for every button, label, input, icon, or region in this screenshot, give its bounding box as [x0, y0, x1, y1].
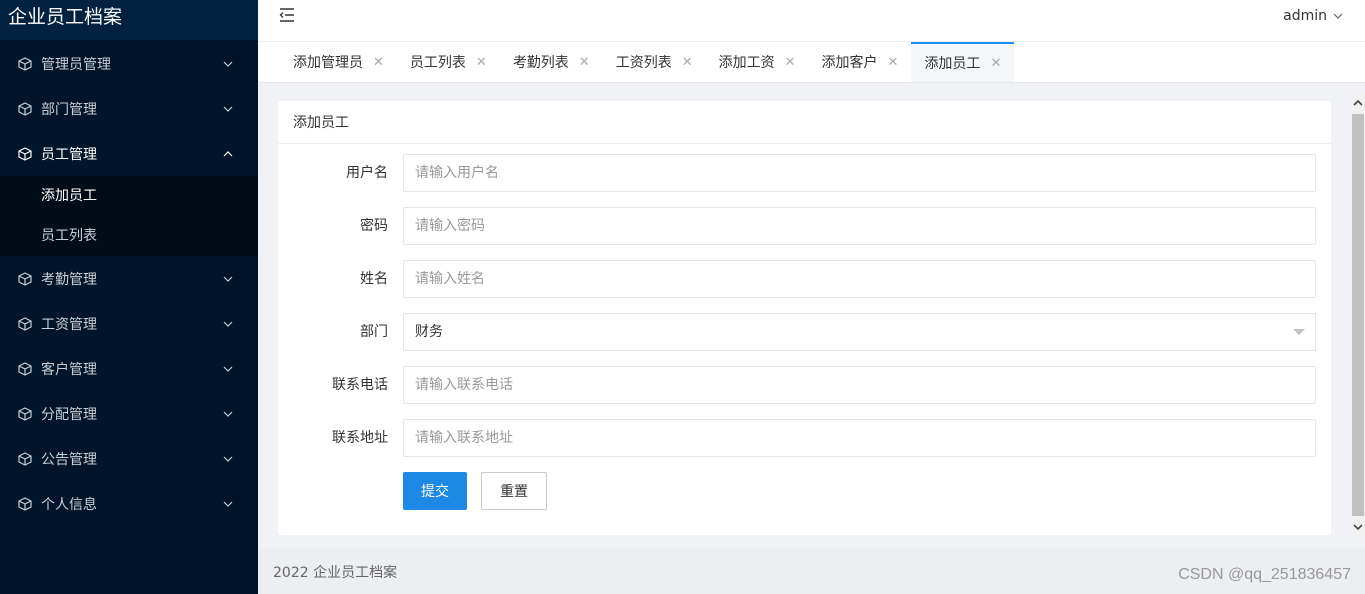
tab-label: 添加员工: [924, 56, 981, 72]
sidebar: 企业员工档案 管理员管理 部门管理 员工管理 添加员工 员工列表 考勤管理 工资…: [0, 0, 258, 594]
tab-label: 添加客户: [821, 55, 878, 71]
sidebar-item-label: 客户管理: [41, 361, 97, 378]
sidebar-item-label: 管理员管理: [41, 56, 111, 73]
sidebar-item-department-management[interactable]: 部门管理: [0, 86, 258, 131]
field-label: 姓名: [360, 271, 388, 287]
sidebar-item-label: 分配管理: [41, 406, 97, 423]
top-header: admin: [258, 0, 1365, 42]
chevron-up-icon: [223, 150, 233, 156]
sidebar-item-admin-management[interactable]: 管理员管理: [0, 41, 258, 86]
menu-fold-icon[interactable]: [278, 6, 296, 24]
form-row-phone: 联系电话: [278, 366, 1331, 404]
cube-icon: [18, 496, 32, 511]
tab-label: 考勤列表: [512, 55, 569, 71]
field-label: 用户名: [346, 165, 388, 181]
chevron-down-icon: [223, 106, 233, 112]
chevron-down-icon: [223, 61, 233, 67]
card-title: 添加员工: [278, 101, 1331, 144]
cube-icon: [18, 406, 32, 421]
sidebar-item-label: 部门管理: [41, 101, 97, 118]
sidebar-item-label: 员工管理: [41, 146, 97, 163]
chevron-down-icon: [223, 276, 233, 282]
chevron-down-icon: [1333, 13, 1343, 19]
tab-label: 员工列表: [409, 55, 466, 71]
username-input[interactable]: [403, 154, 1316, 192]
tab-add-salary[interactable]: 添加工资 ✕: [706, 42, 809, 82]
tab-add-customer[interactable]: 添加客户 ✕: [809, 42, 912, 82]
sidebar-item-label: 个人信息: [41, 496, 97, 513]
close-icon[interactable]: ✕: [373, 55, 384, 70]
sidebar-item-attendance-management[interactable]: 考勤管理: [0, 256, 258, 301]
tab-add-employee[interactable]: 添加员工 ✕: [911, 42, 1015, 82]
form-row-name: 姓名: [278, 260, 1331, 298]
close-icon[interactable]: ✕: [682, 55, 693, 70]
sidebar-item-customer-management[interactable]: 客户管理: [0, 346, 258, 391]
field-label: 密码: [360, 218, 388, 234]
sidebar-item-label: 考勤管理: [41, 271, 97, 288]
sidebar-item-assignment-management[interactable]: 分配管理: [0, 391, 258, 436]
cube-icon: [18, 271, 32, 286]
sidebar-subitem-add-employee[interactable]: 添加员工: [0, 176, 258, 216]
scroll-thumb[interactable]: [1352, 114, 1364, 516]
footer-copyright: 2022 企业员工档案: [273, 565, 398, 581]
cube-icon: [18, 101, 32, 116]
cube-icon: [18, 56, 32, 71]
tab-label: 添加管理员: [293, 55, 363, 71]
department-select[interactable]: 财务: [403, 313, 1316, 351]
tab-label: 添加工资: [718, 55, 775, 71]
app-title: 企业员工档案: [0, 0, 258, 40]
caret-down-icon: [1293, 329, 1305, 335]
tab-bar: 添加管理员 ✕ 员工列表 ✕ 考勤列表 ✕ 工资列表 ✕ 添加工资 ✕ 添加客户 ✕ 添加员…: [258, 42, 1365, 83]
close-icon[interactable]: ✕: [476, 55, 487, 70]
chevron-down-icon: [223, 501, 233, 507]
cube-icon: [18, 316, 32, 331]
chevron-down-icon: [223, 456, 233, 462]
form-row-password: 密码: [278, 207, 1331, 245]
scroll-down-icon[interactable]: [1351, 520, 1365, 534]
sidebar-item-label: 公告管理: [41, 451, 97, 468]
submit-button[interactable]: 提交: [403, 472, 467, 510]
chevron-down-icon: [223, 366, 233, 372]
form-row-address: 联系地址: [278, 419, 1331, 457]
watermark: CSDN @qq_251836457: [1178, 566, 1351, 583]
sidebar-item-employee-management[interactable]: 员工管理: [0, 131, 258, 176]
form-row-department: 部门 财务: [278, 313, 1331, 351]
close-icon[interactable]: ✕: [785, 55, 796, 70]
reset-button[interactable]: 重置: [481, 472, 547, 510]
cube-icon: [18, 146, 32, 161]
form-card: 添加员工 用户名 密码 姓名 部门 财务 联系电话 联系地址 提交 重置: [278, 101, 1331, 535]
tab-label: 工资列表: [615, 55, 672, 71]
tab-salary-list[interactable]: 工资列表 ✕: [603, 42, 706, 82]
close-icon[interactable]: ✕: [579, 55, 590, 70]
sidebar-item-label: 工资管理: [41, 316, 97, 333]
chevron-down-icon: [223, 411, 233, 417]
field-label: 联系地址: [332, 430, 388, 446]
phone-input[interactable]: [403, 366, 1316, 404]
username: admin: [1283, 8, 1327, 24]
address-input[interactable]: [403, 419, 1316, 457]
tab-add-admin[interactable]: 添加管理员 ✕: [280, 42, 397, 82]
password-input[interactable]: [403, 207, 1316, 245]
name-input[interactable]: [403, 260, 1316, 298]
selected-value: 财务: [415, 324, 443, 340]
sidebar-item-notice-management[interactable]: 公告管理: [0, 436, 258, 481]
tab-attendance-list[interactable]: 考勤列表 ✕: [500, 42, 603, 82]
scroll-up-icon[interactable]: [1351, 96, 1365, 110]
footer: 2022 企业员工档案 CSDN @qq_251836457: [258, 548, 1365, 594]
tab-employee-list[interactable]: 员工列表 ✕: [397, 42, 500, 82]
field-label: 联系电话: [332, 377, 388, 393]
user-menu[interactable]: admin: [1283, 8, 1343, 24]
chevron-down-icon: [223, 321, 233, 327]
cube-icon: [18, 361, 32, 376]
cube-icon: [18, 451, 32, 466]
close-icon[interactable]: ✕: [990, 56, 1001, 71]
sidebar-subitem-employee-list[interactable]: 员工列表: [0, 216, 258, 256]
submenu-employee: 添加员工 员工列表: [0, 176, 258, 256]
sidebar-item-personal-info[interactable]: 个人信息: [0, 481, 258, 526]
close-icon[interactable]: ✕: [888, 55, 899, 70]
field-label: 部门: [360, 324, 388, 340]
form-row-username: 用户名: [278, 154, 1331, 192]
vertical-scrollbar[interactable]: [1351, 92, 1365, 538]
sidebar-item-salary-management[interactable]: 工资管理: [0, 301, 258, 346]
